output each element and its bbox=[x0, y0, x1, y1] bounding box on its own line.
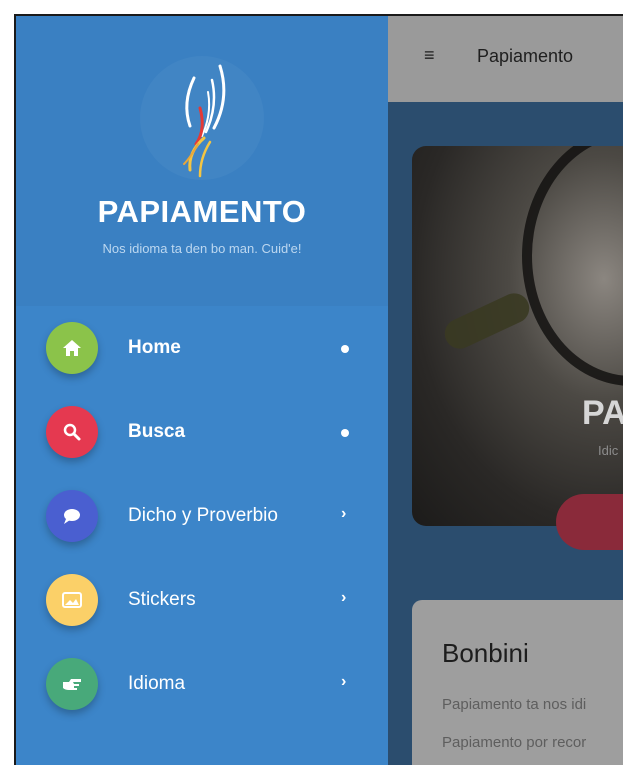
hero-photo-stem bbox=[439, 288, 535, 354]
menu-item-idioma[interactable]: Idioma › bbox=[16, 642, 388, 726]
drawer-brand-title: PAPIAMENTO bbox=[97, 194, 307, 229]
pointing-hand-icon bbox=[46, 658, 98, 710]
image-icon bbox=[46, 574, 98, 626]
chevron-right-icon: › bbox=[341, 505, 347, 522]
hamburger-menu-icon[interactable]: ≡ bbox=[424, 46, 442, 64]
brush-stroke-logo-icon bbox=[183, 64, 226, 178]
navigation-drawer: PAPIAMENTO Nos idioma ta den bo man. Cui… bbox=[16, 16, 388, 765]
drawer-tagline: Nos idioma ta den bo man. Cuid'e! bbox=[102, 241, 302, 256]
card-title: Bonbini bbox=[442, 638, 529, 668]
menu-item-stickers[interactable]: Stickers › bbox=[16, 558, 388, 642]
hero-banner: PA Idic bbox=[412, 146, 623, 526]
hero-photo-rim bbox=[522, 146, 623, 386]
app-logo bbox=[140, 56, 264, 180]
chevron-right-icon: › bbox=[341, 673, 347, 690]
search-icon bbox=[46, 406, 98, 458]
app-frame: ≡ Papiamento PA Idic Bonbini Papiamento … bbox=[14, 14, 623, 765]
menu-item-label: Stickers bbox=[128, 589, 196, 610]
menu-item-label: Dicho y Proverbio bbox=[128, 505, 278, 526]
menu-item-busca[interactable]: Busca bbox=[16, 390, 388, 474]
chevron-right-icon: › bbox=[341, 589, 347, 606]
hero-button[interactable] bbox=[556, 494, 623, 550]
menu-item-label: Home bbox=[128, 337, 181, 358]
active-dot-icon bbox=[341, 429, 349, 437]
menu-item-home[interactable]: Home bbox=[16, 306, 388, 390]
home-icon bbox=[46, 322, 98, 374]
card-text-line: Papiamento por recor bbox=[442, 734, 587, 751]
welcome-card: Bonbini Papiamento ta nos idi Papiamento… bbox=[412, 600, 623, 765]
menu-item-dicho-y-proverbio[interactable]: Dicho y Proverbio › bbox=[16, 474, 388, 558]
active-dot-icon bbox=[341, 345, 349, 353]
speech-bubble-icon bbox=[46, 490, 98, 542]
menu-item-label: Idioma bbox=[128, 673, 186, 694]
hero-subtitle: Idic bbox=[598, 443, 619, 458]
hero-title: PA bbox=[582, 394, 623, 432]
app-bar-title: Papiamento bbox=[477, 46, 574, 66]
menu-item-label: Busca bbox=[128, 421, 186, 442]
drawer-header: PAPIAMENTO Nos idioma ta den bo man. Cui… bbox=[16, 16, 388, 306]
card-text-line: Papiamento ta nos idi bbox=[442, 696, 587, 713]
